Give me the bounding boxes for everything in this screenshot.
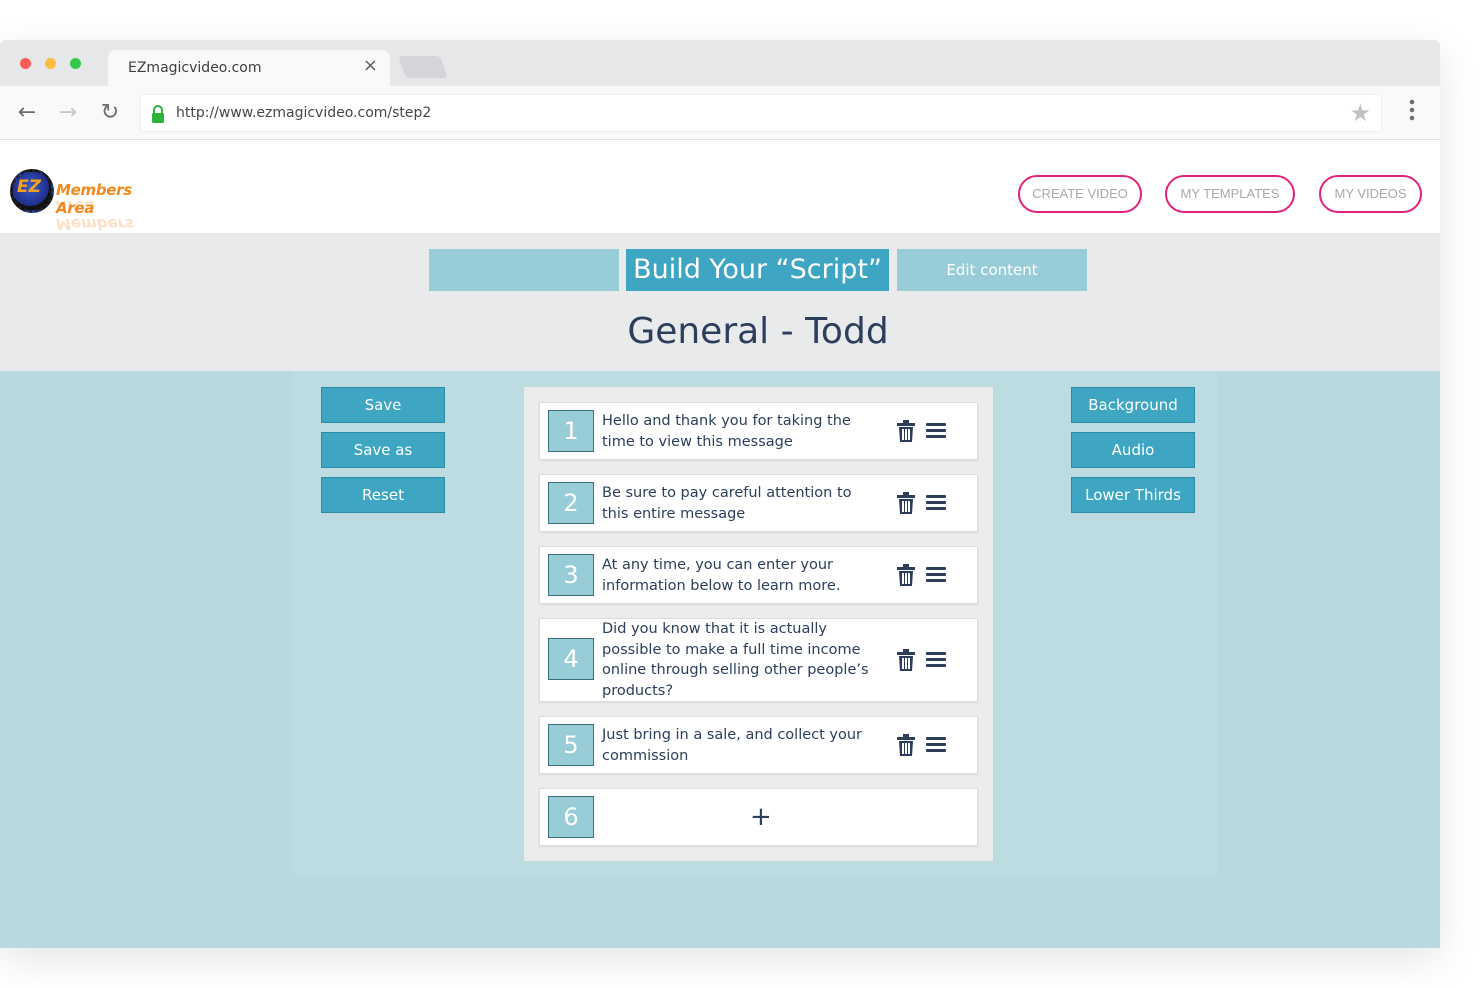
tab-title: EZmagicvideo.com [128, 60, 262, 76]
browser-menu-icon[interactable] [1402, 98, 1422, 128]
new-tab-button[interactable] [397, 56, 449, 78]
my-videos-button[interactable]: MY VIDEOS [1319, 175, 1422, 213]
forward-arrow-icon[interactable]: → [55, 100, 81, 126]
step-tab-build-script[interactable]: Build Your “Script” [626, 249, 889, 291]
drag-handle-icon[interactable] [926, 423, 946, 439]
trash-icon[interactable] [897, 734, 915, 756]
script-item-text[interactable]: Hello and thank you for taking the time … [602, 411, 872, 452]
script-item[interactable]: 1 Hello and thank you for taking the tim… [539, 402, 978, 460]
url-text: http://www.ezmagicvideo.com/step2 [176, 105, 432, 121]
trash-icon[interactable] [897, 492, 915, 514]
trash-icon[interactable] [897, 564, 915, 586]
bookmark-star-icon[interactable]: ★ [1349, 99, 1371, 127]
script-item-number: 4 [548, 638, 594, 680]
script-item-text[interactable]: Just bring in a sale, and collect your c… [602, 725, 872, 766]
save-as-button[interactable]: Save as [321, 432, 445, 468]
workspace: Save Save as Reset Background Audio Lowe… [0, 371, 1440, 948]
script-item-number: 6 [548, 796, 594, 838]
browser-toolbar: ← → ↻ http://www.ezmagicvideo.com/step2 … [0, 86, 1440, 140]
minimize-window-button[interactable] [45, 58, 56, 69]
maximize-window-button[interactable] [70, 58, 81, 69]
tab-bar: EZmagicvideo.com × [0, 40, 1440, 86]
step-tab-1[interactable] [429, 249, 619, 291]
back-arrow-icon[interactable]: ← [14, 100, 40, 126]
drag-handle-icon[interactable] [926, 495, 946, 511]
step-band: Build Your “Script” Edit content General… [0, 233, 1440, 371]
add-script-item[interactable]: 6 + [539, 788, 978, 846]
script-item-text[interactable]: Did you know that it is actually possibl… [602, 619, 872, 701]
script-item[interactable]: 3 At any time, you can enter your inform… [539, 546, 978, 604]
audio-button[interactable]: Audio [1071, 432, 1195, 468]
page-title: General - Todd [627, 311, 889, 352]
site-header: EZ Members Area Members Area CREATE VIDE… [0, 152, 1440, 233]
close-window-button[interactable] [20, 58, 31, 69]
drag-handle-icon[interactable] [926, 737, 946, 753]
lock-icon [152, 105, 164, 123]
logo-reflection: Members Area [56, 197, 134, 233]
reload-icon[interactable]: ↻ [97, 100, 123, 126]
logo[interactable]: EZ Members Area Members Area [10, 167, 170, 233]
lower-thirds-button[interactable]: Lower Thirds [1071, 477, 1195, 513]
browser-tab[interactable]: EZmagicvideo.com × [108, 50, 390, 86]
script-item-text[interactable]: Be sure to pay careful attention to this… [602, 483, 872, 524]
create-video-button[interactable]: CREATE VIDEO [1018, 175, 1142, 213]
add-plus-icon[interactable]: + [750, 799, 772, 835]
script-item[interactable]: 4 Did you know that it is actually possi… [539, 618, 978, 702]
save-button[interactable]: Save [321, 387, 445, 423]
drag-handle-icon[interactable] [926, 567, 946, 583]
script-item-text[interactable]: At any time, you can enter your informat… [602, 555, 872, 596]
trash-icon[interactable] [897, 649, 915, 671]
script-item-number: 3 [548, 554, 594, 596]
my-templates-button[interactable]: MY TEMPLATES [1165, 175, 1295, 213]
script-item[interactable]: 5 Just bring in a sale, and collect your… [539, 716, 978, 774]
script-item-number: 2 [548, 482, 594, 524]
trash-icon[interactable] [897, 420, 915, 442]
close-tab-icon[interactable]: × [363, 56, 378, 76]
kebab-icon [1409, 99, 1415, 121]
reset-button[interactable]: Reset [321, 477, 445, 513]
drag-handle-icon[interactable] [926, 652, 946, 668]
step-tab-edit-content[interactable]: Edit content [897, 249, 1087, 291]
script-item-number: 5 [548, 724, 594, 766]
background-button[interactable]: Background [1071, 387, 1195, 423]
address-bar[interactable]: http://www.ezmagicvideo.com/step2 ★ [140, 94, 1382, 132]
script-list: 1 Hello and thank you for taking the tim… [524, 387, 993, 861]
script-item[interactable]: 2 Be sure to pay careful attention to th… [539, 474, 978, 532]
script-item-number: 1 [548, 410, 594, 452]
browser-window: EZmagicvideo.com × ← → ↻ http://www.ezma… [0, 40, 1440, 948]
logo-ez-text: EZ [17, 177, 41, 197]
